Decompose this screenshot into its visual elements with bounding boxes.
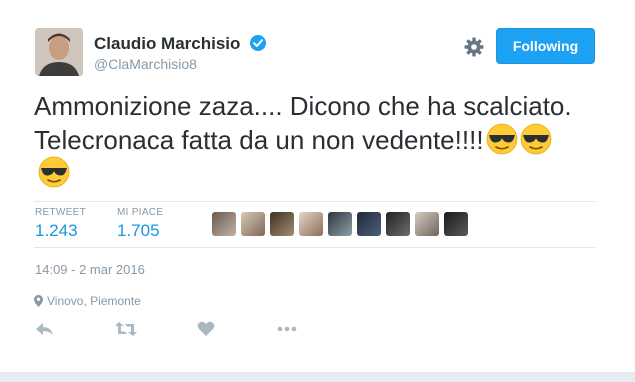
more-icon[interactable]: [276, 320, 298, 338]
location-label: Vinovo, Piemonte: [47, 294, 141, 308]
tweet-location[interactable]: Vinovo, Piemonte: [34, 294, 141, 308]
likes-stat[interactable]: MI PIACE 1.705: [117, 207, 163, 241]
tweet-timestamp[interactable]: 14:09 - 2 mar 2016: [35, 262, 145, 277]
likers-avatars: [212, 212, 468, 236]
liker-avatar[interactable]: [212, 212, 236, 236]
tweet-text-line-1: Ammonizione zaza.... Dicono che ha scalc…: [34, 91, 572, 121]
verified-badge-icon: [250, 35, 266, 51]
retweet-stat[interactable]: RETWEET 1.243: [35, 207, 86, 241]
tweet-text-line-2: Telecronaca fatta da un non vedente!!!!: [34, 123, 609, 157]
divider: [34, 201, 595, 202]
author-handle[interactable]: @ClaMarchisio8: [94, 56, 197, 72]
retweet-count[interactable]: 1.243: [35, 221, 86, 241]
sunglasses-emoji-icon: [486, 123, 517, 155]
author-avatar[interactable]: [35, 28, 83, 76]
heart-icon[interactable]: [197, 320, 215, 338]
tweet-card: Claudio Marchisio @ClaMarchisio8 Followi…: [0, 0, 635, 382]
tweet-text-line-2-text: Telecronaca fatta da un non vedente!!!!: [34, 125, 484, 155]
liker-avatar[interactable]: [328, 212, 352, 236]
gear-icon[interactable]: [463, 36, 485, 58]
author-name[interactable]: Claudio Marchisio: [94, 34, 240, 54]
liker-avatar[interactable]: [386, 212, 410, 236]
sunglasses-emoji-icon: [38, 156, 70, 188]
sunglasses-emoji-icon: [520, 123, 551, 155]
liker-avatar[interactable]: [415, 212, 439, 236]
reply-icon[interactable]: [34, 320, 56, 338]
retweet-stat-label: RETWEET: [35, 207, 86, 218]
liker-avatar[interactable]: [270, 212, 294, 236]
divider: [34, 247, 595, 248]
liker-avatar[interactable]: [299, 212, 323, 236]
liker-avatar[interactable]: [241, 212, 265, 236]
likes-stat-label: MI PIACE: [117, 207, 164, 218]
location-pin-icon: [34, 295, 43, 307]
likes-count[interactable]: 1.705: [117, 221, 163, 241]
liker-avatar[interactable]: [357, 212, 381, 236]
liker-avatar[interactable]: [444, 212, 468, 236]
following-button[interactable]: Following: [496, 28, 595, 64]
retweet-icon[interactable]: [114, 320, 138, 338]
tweet-text: Ammonizione zaza.... Dicono che ha scalc…: [34, 90, 609, 157]
